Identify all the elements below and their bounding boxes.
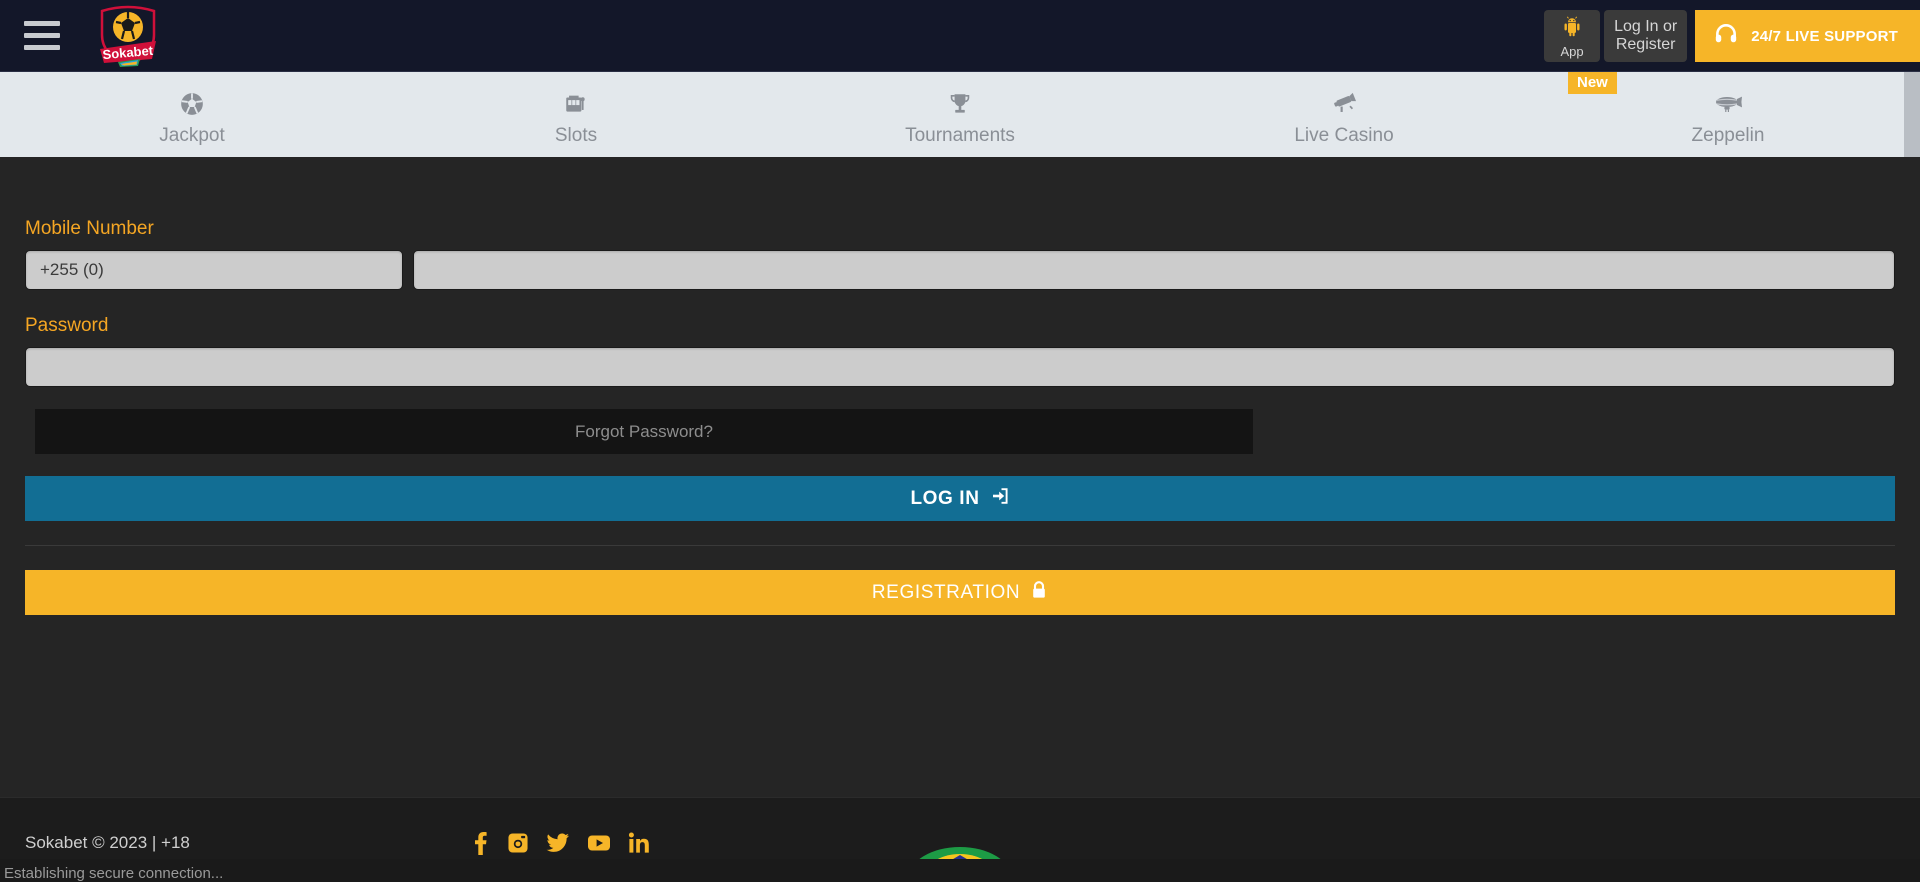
header-actions: App Log In or Register 24/7 LIVE SUPPORT <box>1544 0 1920 72</box>
forgot-password-label: Forgot Password? <box>575 421 713 441</box>
nav-item-slots[interactable]: Slots <box>384 72 768 157</box>
hamburger-bar <box>24 21 60 26</box>
nav-item-jackpot[interactable]: Jackpot <box>0 72 384 157</box>
forgot-password-button[interactable]: Forgot Password? <box>35 409 1253 454</box>
login-submit-button[interactable]: LOG IN <box>25 476 1895 521</box>
lock-icon <box>1030 580 1048 606</box>
youtube-icon[interactable] <box>587 833 611 853</box>
new-badge: New <box>1568 72 1617 94</box>
live-support-button[interactable]: 24/7 LIVE SUPPORT <box>1695 10 1920 62</box>
cctv-camera-icon <box>1330 91 1358 117</box>
app-button-label: App <box>1560 43 1584 59</box>
live-support-label: 24/7 LIVE SUPPORT <box>1751 27 1898 45</box>
nav-label: Live Casino <box>1294 124 1394 146</box>
login-submit-label: LOG IN <box>910 487 980 509</box>
footer-copyright: Sokabet © 2023 | +18 <box>25 832 190 852</box>
main-navigation: Jackpot Slots Tournaments Live Casino Ne… <box>0 72 1920 157</box>
nav-item-zeppelin[interactable]: New Zeppelin <box>1536 72 1920 157</box>
instagram-icon[interactable] <box>507 832 529 854</box>
nav-item-tournaments[interactable]: Tournaments <box>768 72 1152 157</box>
nav-label: Slots <box>554 124 598 146</box>
login-register-button[interactable]: Log In or Register <box>1604 10 1688 62</box>
soccer-ball-icon <box>179 91 205 117</box>
top-header: Sokabet App Log In or Register 24/7 LIVE… <box>0 0 1920 72</box>
twitter-icon[interactable] <box>546 832 570 854</box>
hamburger-bar <box>24 45 60 50</box>
password-label: Password <box>25 315 109 336</box>
android-icon <box>1560 15 1584 44</box>
slot-machine-icon <box>563 91 589 117</box>
login-register-line1: Log In or <box>1614 17 1678 35</box>
sokabet-logo[interactable]: Sokabet <box>94 5 162 67</box>
login-form-section: Mobile Number Password Forgot Password? … <box>0 157 1920 797</box>
headset-icon <box>1713 21 1739 52</box>
mobile-number-row <box>25 250 1895 290</box>
zeppelin-icon <box>1713 91 1743 117</box>
page-footer: Sokabet © 2023 | +18 Establishing secure… <box>0 797 1920 882</box>
sign-in-icon <box>990 486 1010 512</box>
mobile-number-label: Mobile Number <box>25 218 154 239</box>
facebook-icon[interactable] <box>470 831 490 855</box>
social-links <box>470 831 652 855</box>
nav-item-live-casino[interactable]: Live Casino <box>1152 72 1536 157</box>
registration-label: REGISTRATION <box>871 581 1021 603</box>
form-divider <box>25 545 1895 546</box>
registration-button[interactable]: REGISTRATION <box>25 570 1895 615</box>
login-register-line2: Register <box>1615 36 1676 53</box>
status-text: Establishing secure connection... <box>4 864 224 882</box>
phone-number-input[interactable] <box>413 250 1895 290</box>
trophy-icon <box>947 91 973 117</box>
password-input[interactable] <box>25 347 1895 387</box>
nav-label: Zeppelin <box>1691 124 1765 146</box>
nav-scrollbar[interactable] <box>1904 72 1920 157</box>
hamburger-icon[interactable] <box>18 16 66 56</box>
country-prefix-input[interactable] <box>25 250 403 290</box>
hamburger-bar <box>24 33 60 38</box>
nav-label: Jackpot <box>159 124 225 146</box>
app-button[interactable]: App <box>1544 10 1601 62</box>
browser-status-bar: Establishing secure connection... <box>0 859 1920 882</box>
linkedin-icon[interactable] <box>628 832 652 854</box>
nav-label: Tournaments <box>905 124 1015 146</box>
